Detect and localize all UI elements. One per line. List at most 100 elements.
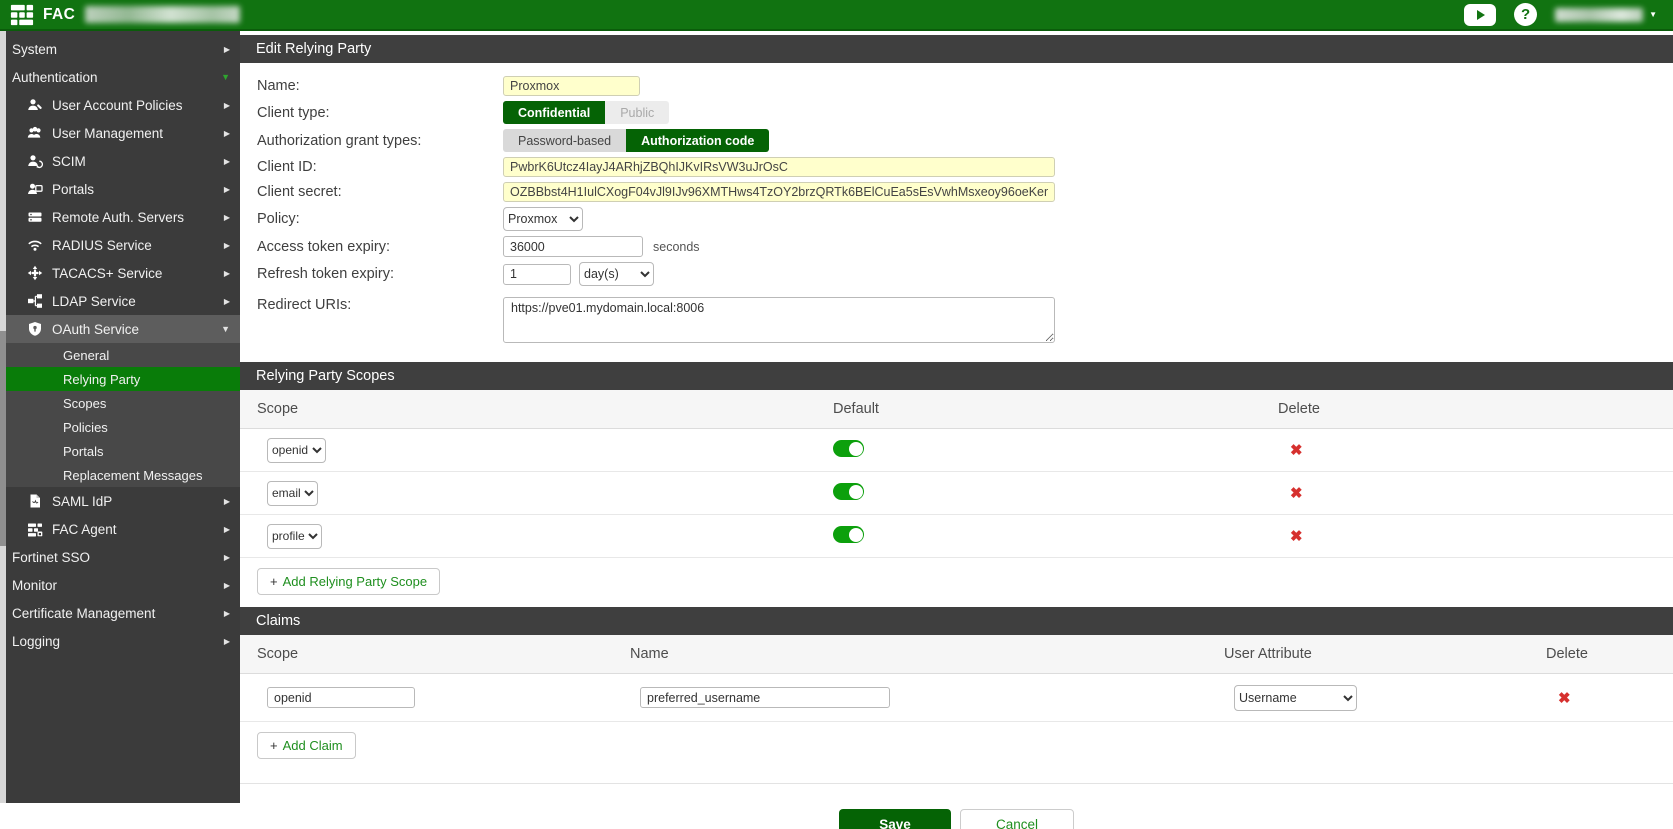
chevron-right-icon: ▶	[224, 157, 230, 166]
sidebar-item-logging[interactable]: Logging ▶	[0, 627, 240, 655]
sidebar-item-remote-auth-servers[interactable]: Remote Auth. Servers ▶	[0, 203, 240, 231]
scope-row-email: email ✖	[240, 472, 1673, 515]
users-icon	[27, 125, 44, 141]
redirect-uris-textarea[interactable]: https://pve01.mydomain.local:8006	[503, 297, 1055, 343]
sidebar-item-radius-service[interactable]: RADIUS Service ▶	[0, 231, 240, 259]
sidebar-item-policies[interactable]: Policies	[0, 415, 240, 439]
sidebar-item-oauth-service[interactable]: OAuth Service ▼	[0, 315, 240, 343]
sidebar: System ▶ Authentication ▼ User Account P…	[0, 31, 240, 803]
user-wrench-icon	[27, 97, 44, 113]
saml-file-icon	[27, 493, 44, 509]
sidebar-item-tacacs-service[interactable]: TACACS+ Service ▶	[0, 259, 240, 287]
sidebar-item-system[interactable]: System ▶	[0, 35, 240, 63]
client-secret-input[interactable]	[503, 182, 1055, 202]
page-title: Edit Relying Party	[240, 35, 1673, 63]
sidebar-item-general[interactable]: General	[0, 343, 240, 367]
add-claim-button[interactable]: + Add Claim	[257, 732, 356, 759]
help-icon[interactable]: ?	[1514, 3, 1537, 26]
default-toggle-on[interactable]	[833, 440, 864, 457]
sidebar-item-user-management[interactable]: User Management ▶	[0, 119, 240, 147]
add-relying-party-scope-button[interactable]: + Add Relying Party Scope	[257, 568, 440, 595]
sidebar-item-authentication[interactable]: Authentication ▼	[0, 63, 240, 91]
chevron-down-icon: ▼	[221, 324, 230, 334]
chevron-right-icon: ▶	[224, 297, 230, 306]
claims-col-delete: Delete	[1529, 646, 1673, 662]
chevron-down-icon: ▼	[221, 72, 230, 82]
scopes-col-delete: Delete	[1261, 401, 1673, 417]
scope-select[interactable]: openid	[267, 438, 326, 463]
server-icon	[27, 209, 44, 225]
grant-password-button[interactable]: Password-based	[503, 129, 626, 152]
name-input[interactable]	[503, 76, 640, 96]
main-content: Edit Relying Party Name: Client type: Co…	[240, 31, 1673, 829]
sidebar-item-portals[interactable]: Portals ▶	[0, 175, 240, 203]
claim-user-attribute-select[interactable]: Username	[1234, 685, 1357, 711]
claim-name-input[interactable]	[640, 687, 890, 708]
sidebar-item-replacement-messages[interactable]: Replacement Messages	[0, 463, 240, 487]
claims-col-user-attribute: User Attribute	[1207, 646, 1529, 662]
sidebar-item-ldap-service[interactable]: LDAP Service ▶	[0, 287, 240, 315]
sidebar-item-scim[interactable]: SCIM ▶	[0, 147, 240, 175]
claim-row: Username ✖	[240, 674, 1673, 722]
default-toggle-on[interactable]	[833, 483, 864, 500]
scopes-col-default: Default	[816, 401, 1261, 417]
policy-select[interactable]: Proxmox	[503, 207, 583, 231]
claims-col-scope: Scope	[240, 646, 613, 662]
sidebar-item-saml-idp[interactable]: SAML IdP ▶	[0, 487, 240, 515]
chevron-right-icon: ▶	[224, 45, 230, 54]
scope-row-profile: profile ✖	[240, 515, 1673, 558]
plus-icon: +	[270, 574, 278, 589]
delete-icon[interactable]: ✖	[1290, 485, 1303, 502]
sidebar-item-scopes[interactable]: Scopes	[0, 391, 240, 415]
save-button[interactable]: Save	[839, 809, 951, 829]
access-token-expiry-label: Access token expiry:	[240, 239, 503, 255]
client-id-input[interactable]	[503, 157, 1055, 177]
footer-divider	[240, 783, 1673, 784]
refresh-token-expiry-input[interactable]	[503, 264, 571, 285]
claims-col-name: Name	[613, 646, 1207, 662]
chevron-right-icon: ▶	[224, 101, 230, 110]
chevron-right-icon: ▶	[224, 497, 230, 506]
sidebar-item-certificate-management[interactable]: Certificate Management ▶	[0, 599, 240, 627]
grant-types-label: Authorization grant types:	[240, 133, 503, 149]
cancel-button[interactable]: Cancel	[960, 809, 1074, 829]
caret-down-icon: ▼	[1649, 10, 1657, 19]
chevron-right-icon: ▶	[224, 637, 230, 646]
sidebar-scrollbar-thumb[interactable]	[0, 331, 6, 546]
delete-icon[interactable]: ✖	[1558, 690, 1571, 707]
plus-icon: +	[270, 738, 278, 753]
scopes-section-title: Relying Party Scopes	[240, 362, 1673, 390]
chevron-right-icon: ▶	[224, 553, 230, 562]
sidebar-item-monitor[interactable]: Monitor ▶	[0, 571, 240, 599]
sidebar-item-fortinet-sso[interactable]: Fortinet SSO ▶	[0, 543, 240, 571]
sidebar-scrollbar[interactable]	[0, 31, 6, 803]
scope-select[interactable]: email	[267, 481, 318, 506]
client-type-confidential-button[interactable]: Confidential	[503, 101, 605, 124]
delete-icon[interactable]: ✖	[1290, 442, 1303, 459]
default-toggle-on[interactable]	[833, 526, 864, 543]
client-secret-label: Client secret:	[240, 184, 503, 200]
policy-label: Policy:	[240, 211, 503, 227]
scope-select[interactable]: profile	[267, 524, 322, 549]
youtube-icon[interactable]	[1464, 4, 1496, 26]
grant-authcode-button[interactable]: Authorization code	[626, 129, 769, 152]
fac-agent-icon	[27, 521, 44, 537]
user-window-icon	[27, 181, 44, 197]
sidebar-item-relying-party[interactable]: Relying Party	[0, 367, 240, 391]
sidebar-item-fac-agent[interactable]: FAC Agent ▶	[0, 515, 240, 543]
sidebar-item-user-account-policies[interactable]: User Account Policies ▶	[0, 91, 240, 119]
chevron-right-icon: ▶	[224, 525, 230, 534]
app-brand: FAC	[43, 6, 75, 24]
chevron-right-icon: ▶	[224, 213, 230, 222]
access-token-expiry-input[interactable]	[503, 236, 643, 257]
client-type-label: Client type:	[240, 105, 503, 121]
user-menu[interactable]: ▼	[1555, 8, 1657, 22]
oauth-shield-icon	[27, 321, 44, 337]
ldap-tree-icon	[27, 293, 44, 309]
sidebar-item-oauth-portals[interactable]: Portals	[0, 439, 240, 463]
claim-scope-input[interactable]	[267, 687, 415, 708]
client-type-public-button[interactable]: Public	[605, 101, 669, 124]
refresh-token-unit-select[interactable]: day(s)	[579, 262, 654, 286]
delete-icon[interactable]: ✖	[1290, 528, 1303, 545]
relying-party-form: Name: Client type: Confidential Public A…	[240, 63, 1673, 350]
